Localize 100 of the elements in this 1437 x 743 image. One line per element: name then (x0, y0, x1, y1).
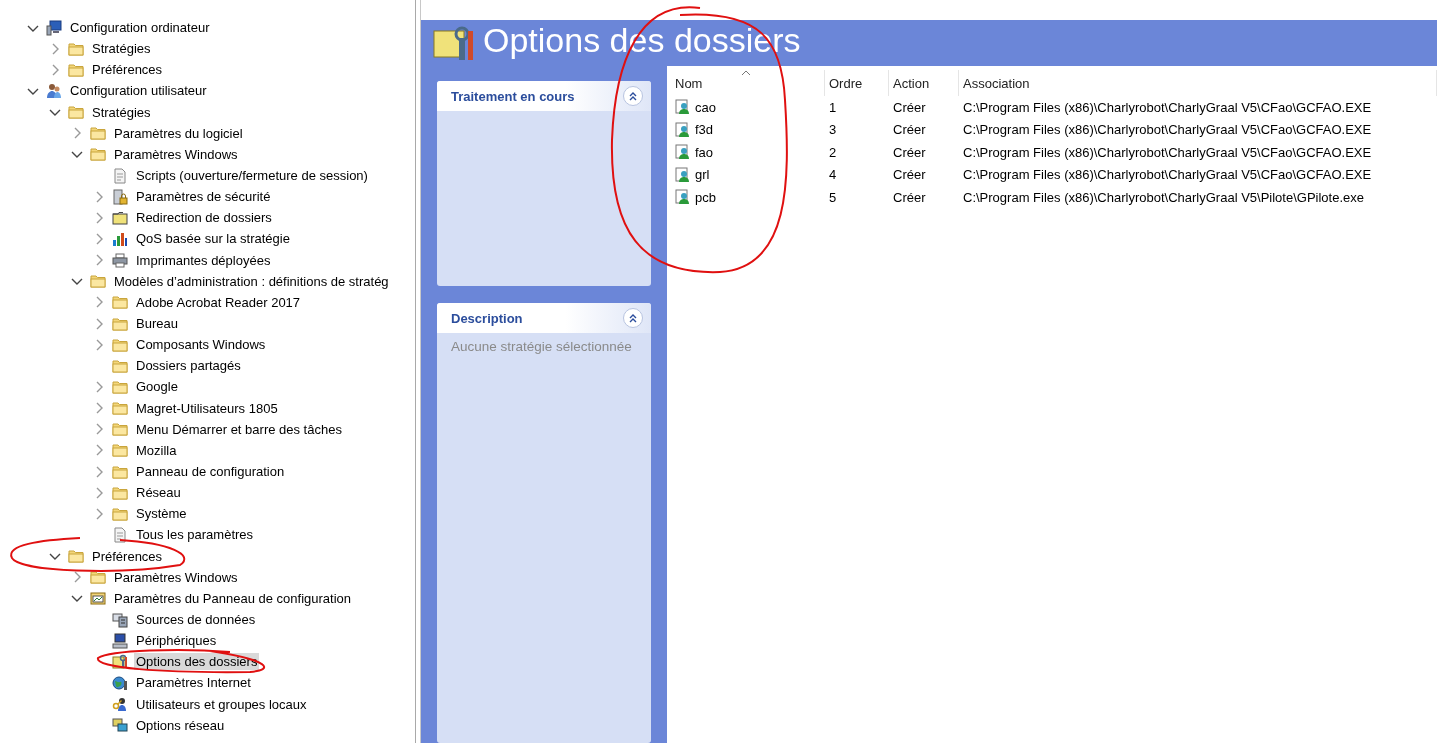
document-icon (112, 167, 128, 184)
table-cell-text: 2 (828, 143, 838, 162)
tree-item[interactable]: Mozilla (134, 441, 179, 459)
tree-item[interactable]: Sources de données (134, 611, 258, 628)
tree-item[interactable]: Paramètres du Panneau de configuration (112, 589, 354, 607)
tree-item[interactable]: Scripts (ouverture/fermeture de session) (134, 167, 370, 185)
control-panel-icon (90, 590, 106, 607)
table-cell-text: Créer (892, 166, 927, 185)
tree-item[interactable]: Système (134, 505, 189, 523)
folder-icon (90, 273, 106, 290)
tree-item[interactable]: Utilisateurs et groupes locaux (134, 695, 309, 713)
folder-icon (68, 104, 84, 121)
table-cell-text: Créer (892, 188, 927, 207)
table-cell-text: 4 (828, 166, 838, 185)
folder-icon (112, 315, 128, 332)
tree-item[interactable]: Stratégies (90, 103, 153, 121)
tree-item[interactable]: Paramètres de sécurité (134, 188, 273, 206)
panel-text: Aucune stratégie sélectionnée (450, 338, 633, 356)
tree-item[interactable]: Menu Démarrer et barre des tâches (134, 420, 344, 438)
folder-icon (112, 357, 128, 374)
folder-icon (68, 548, 84, 565)
tree-item[interactable]: Paramètres du logiciel (112, 124, 245, 142)
table-cell-text: C:\Program Files (x86)\Charlyrobot\CharlyGraal V5\CFao\GCFAO.EXE (962, 143, 1373, 162)
folder-icon (90, 125, 106, 142)
folder-icon (112, 294, 128, 311)
table-cell-text: 3 (828, 121, 838, 140)
column-header[interactable]: Ordre (825, 70, 889, 96)
collapse-button[interactable] (623, 308, 643, 328)
column-header[interactable]: Nom (671, 70, 825, 96)
monitor-icon (112, 632, 128, 649)
tree-item[interactable]: Paramètres Internet (134, 674, 253, 692)
tree-item[interactable]: Panneau de configuration (134, 463, 287, 480)
table-cell[interactable]: grl (695, 167, 710, 183)
table-cell-text: 5 (828, 188, 838, 207)
tree-item[interactable]: Options des dossiers (134, 653, 260, 671)
tree-item[interactable]: Google (134, 378, 180, 396)
folder-icon (112, 484, 128, 501)
tree-item[interactable]: Redirection de dossiers (134, 209, 274, 227)
folder-icon (112, 378, 128, 395)
padlock-server-icon (112, 188, 128, 205)
tree-item[interactable]: Dossiers partagés (134, 357, 243, 375)
users-icon (46, 83, 62, 99)
tree-item[interactable]: QoS basée sur la stratégie (134, 230, 292, 248)
table-cell-text: Créer (892, 98, 927, 117)
tree-item[interactable]: Magret-Utilisateurs 1805 (134, 399, 280, 417)
tree-item[interactable]: Préférences (90, 61, 165, 79)
folder-icon (90, 146, 106, 163)
database-icon (112, 611, 128, 628)
panel-title: Traitement en cours (451, 88, 575, 104)
table-cell[interactable]: fao (695, 144, 714, 160)
table-cell-text: C:\Program Files (x86)\Charlyrobot\CharlyGraal V5\CFao\GCFAO.EXE (962, 166, 1373, 185)
collapse-button[interactable] (623, 86, 643, 106)
tree-item[interactable]: Réseau (134, 484, 183, 502)
table-cell-text: 1 (828, 98, 838, 117)
table-cell-text: Créer (892, 121, 927, 140)
tree-item[interactable]: Modèles d’administration : définitions de stratég (112, 272, 391, 290)
folder-icon (112, 505, 128, 522)
table-cell-text: C:\Program Files (x86)\Charlyrobot\CharlyGraal V5\Pilote\GPilote.exe (962, 188, 1365, 207)
tree-item[interactable]: Configuration utilisateur (68, 82, 209, 100)
tree-item[interactable]: Options réseau (134, 716, 227, 734)
user-key-icon (112, 696, 128, 713)
folder-tools-icon (433, 25, 475, 61)
tree-item[interactable]: Stratégies (90, 40, 153, 58)
document-icon (112, 526, 128, 543)
folder-icon (112, 463, 128, 480)
table-cell-text: Créer (892, 143, 927, 162)
tree-item[interactable]: Périphériques (134, 632, 219, 650)
folder-icon (68, 40, 84, 57)
table-cell[interactable]: pcb (695, 189, 716, 205)
globe-icon (112, 674, 128, 691)
tree-item[interactable]: Préférences (90, 547, 165, 565)
folder-icon (112, 400, 128, 417)
folder-icon (90, 569, 106, 586)
folder-icon (112, 421, 128, 438)
tree-item[interactable]: Configuration ordinateur (68, 19, 212, 37)
sort-caret-icon (741, 70, 751, 76)
bar-chart-icon (112, 230, 128, 247)
table-cell-text: C:\Program Files (x86)\Charlyrobot\CharlyGraal V5\CFao\GCFAO.EXE (962, 98, 1373, 117)
column-header[interactable]: Association (959, 70, 1437, 96)
computer-icon (46, 19, 62, 36)
double-chevron-up-icon (628, 313, 638, 323)
folder-tools-icon (112, 653, 128, 670)
table-cell[interactable]: cao (695, 99, 716, 115)
printer-icon (112, 252, 128, 269)
double-chevron-up-icon (628, 91, 638, 101)
tree-item[interactable]: Adobe Acrobat Reader 2017 (134, 293, 303, 311)
tree-item[interactable]: Tous les paramètres (134, 526, 256, 544)
tree-item[interactable]: Imprimantes déployées (134, 251, 273, 269)
table-cell[interactable]: f3d (695, 122, 714, 138)
folder-icon (112, 442, 128, 459)
folder-icon (68, 61, 84, 78)
folder-icon (112, 336, 128, 353)
tree-item[interactable]: Paramètres Windows (112, 568, 240, 586)
tree-item[interactable]: Composants Windows (134, 336, 268, 354)
network-icon (112, 717, 128, 734)
tree-item[interactable]: Bureau (134, 315, 180, 333)
column-header[interactable]: Action (889, 70, 959, 96)
table-cell-text: C:\Program Files (x86)\Charlyrobot\CharlyGraal V5\CFao\GCFAO.EXE (962, 121, 1373, 140)
tree-item[interactable]: Paramètres Windows (112, 145, 240, 163)
panel-title: Description (451, 310, 523, 326)
